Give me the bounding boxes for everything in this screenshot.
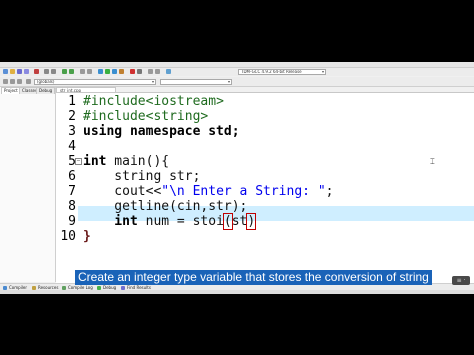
profile-icon[interactable] xyxy=(137,69,142,74)
keyword: int xyxy=(83,214,138,229)
save-icon[interactable] xyxy=(17,69,22,74)
line-number: 9 xyxy=(68,214,76,229)
code-line-9: int num = stoi(st) xyxy=(83,213,257,230)
chevron-down-icon: ▾ xyxy=(321,69,324,74)
secondary-toolbar: (globals) ▾ ▾ xyxy=(0,77,474,87)
scope-select-value: (globals) xyxy=(37,79,55,84)
rebuild-icon[interactable] xyxy=(119,69,124,74)
code-line-8: getline(cin,str); xyxy=(83,199,248,214)
include-header: <string> xyxy=(145,109,209,124)
code-line-10: } xyxy=(83,229,91,244)
goto-bookmark-icon[interactable] xyxy=(17,79,22,84)
line-number: 7 xyxy=(68,184,76,199)
code-text: st xyxy=(231,214,248,229)
keyword: int xyxy=(83,154,107,169)
redo-icon[interactable] xyxy=(51,69,56,74)
code-text: ; xyxy=(325,184,334,199)
string-literal: "\n Enter a String: " xyxy=(161,184,326,199)
debug-icon[interactable] xyxy=(130,69,135,74)
code-text: num = stoi xyxy=(137,214,224,229)
code-text: main(){ xyxy=(106,154,170,169)
line-number: 1 xyxy=(68,94,76,109)
function-select[interactable]: ▾ xyxy=(160,79,232,85)
preprocessor-directive: #include xyxy=(83,109,146,124)
find-icon[interactable] xyxy=(62,69,67,74)
compiler-select-value: TDM-GCC 4.9.2 64-bit Release xyxy=(241,69,302,74)
matched-bracket-close: ) xyxy=(246,213,257,230)
line-number: 6 xyxy=(68,169,76,184)
tab-debug[interactable]: Debug xyxy=(36,87,56,94)
run-icon[interactable] xyxy=(105,69,110,74)
new-file-icon[interactable] xyxy=(3,69,8,74)
line-number: 4 xyxy=(68,139,76,154)
code-editor[interactable]: 1 2 3 4 5 6 7 8 9 10 − #include<iostream… xyxy=(56,92,474,283)
code-line-6: string str; xyxy=(83,169,201,184)
compile-icon[interactable] xyxy=(98,69,103,74)
compile-run-icon[interactable] xyxy=(112,69,117,74)
mouse-cursor-icon: ⌶ xyxy=(430,157,435,166)
unindent-icon[interactable] xyxy=(87,69,92,74)
save-all-icon[interactable] xyxy=(24,69,29,74)
project-options-icon[interactable] xyxy=(148,69,153,74)
matched-bracket-open: ( xyxy=(222,213,233,230)
open-folder-icon[interactable] xyxy=(10,69,15,74)
project-panel: Project Classes Debug xyxy=(0,87,56,282)
class-browser-icon[interactable] xyxy=(155,69,160,74)
insert-icon[interactable] xyxy=(3,79,8,84)
compiler-select[interactable]: TDM-GCC 4.9.2 64-bit Release ▾ xyxy=(238,69,326,75)
chevron-down-icon: ▾ xyxy=(227,79,230,84)
replace-icon[interactable] xyxy=(69,69,74,74)
video-subtitle: Create an integer type variable that sto… xyxy=(75,270,432,285)
goto-line-icon[interactable] xyxy=(26,79,31,84)
line-number: 5 xyxy=(68,154,76,169)
player-settings-button[interactable]: ≡ · xyxy=(452,276,470,285)
main-toolbar: TDM-GCC 4.9.2 64-bit Release ▾ xyxy=(0,68,474,76)
line-number-gutter: 1 2 3 4 5 6 7 8 9 10 xyxy=(56,93,78,283)
code-line-2: #include<string> xyxy=(83,109,208,124)
code-text: cout<< xyxy=(83,184,162,199)
tab-project[interactable]: Project xyxy=(1,87,21,94)
status-bar xyxy=(0,290,474,294)
chart-icon[interactable] xyxy=(166,69,171,74)
preprocessor-directive: #include xyxy=(83,94,146,109)
undo-icon[interactable] xyxy=(44,69,49,74)
close-file-icon[interactable] xyxy=(34,69,39,74)
indent-icon[interactable] xyxy=(80,69,85,74)
fold-toggle-icon[interactable]: − xyxy=(75,158,82,165)
line-number: 3 xyxy=(68,124,76,139)
include-header: <iostream> xyxy=(145,94,224,109)
code-line-7: cout<<"\n Enter a String: "; xyxy=(83,184,333,199)
code-line-5: int main(){ xyxy=(83,154,169,169)
code-line-1: #include<iostream> xyxy=(83,94,224,109)
line-number: 10 xyxy=(60,229,76,244)
line-number: 8 xyxy=(68,199,76,214)
ide-window: TDM-GCC 4.9.2 64-bit Release ▾ (globals)… xyxy=(0,62,474,294)
code-line-3: using namespace std; xyxy=(83,124,240,139)
toggle-bookmark-icon[interactable] xyxy=(10,79,15,84)
chevron-down-icon: ▾ xyxy=(151,79,154,84)
line-number: 2 xyxy=(68,109,76,124)
scope-select[interactable]: (globals) ▾ xyxy=(34,79,156,85)
